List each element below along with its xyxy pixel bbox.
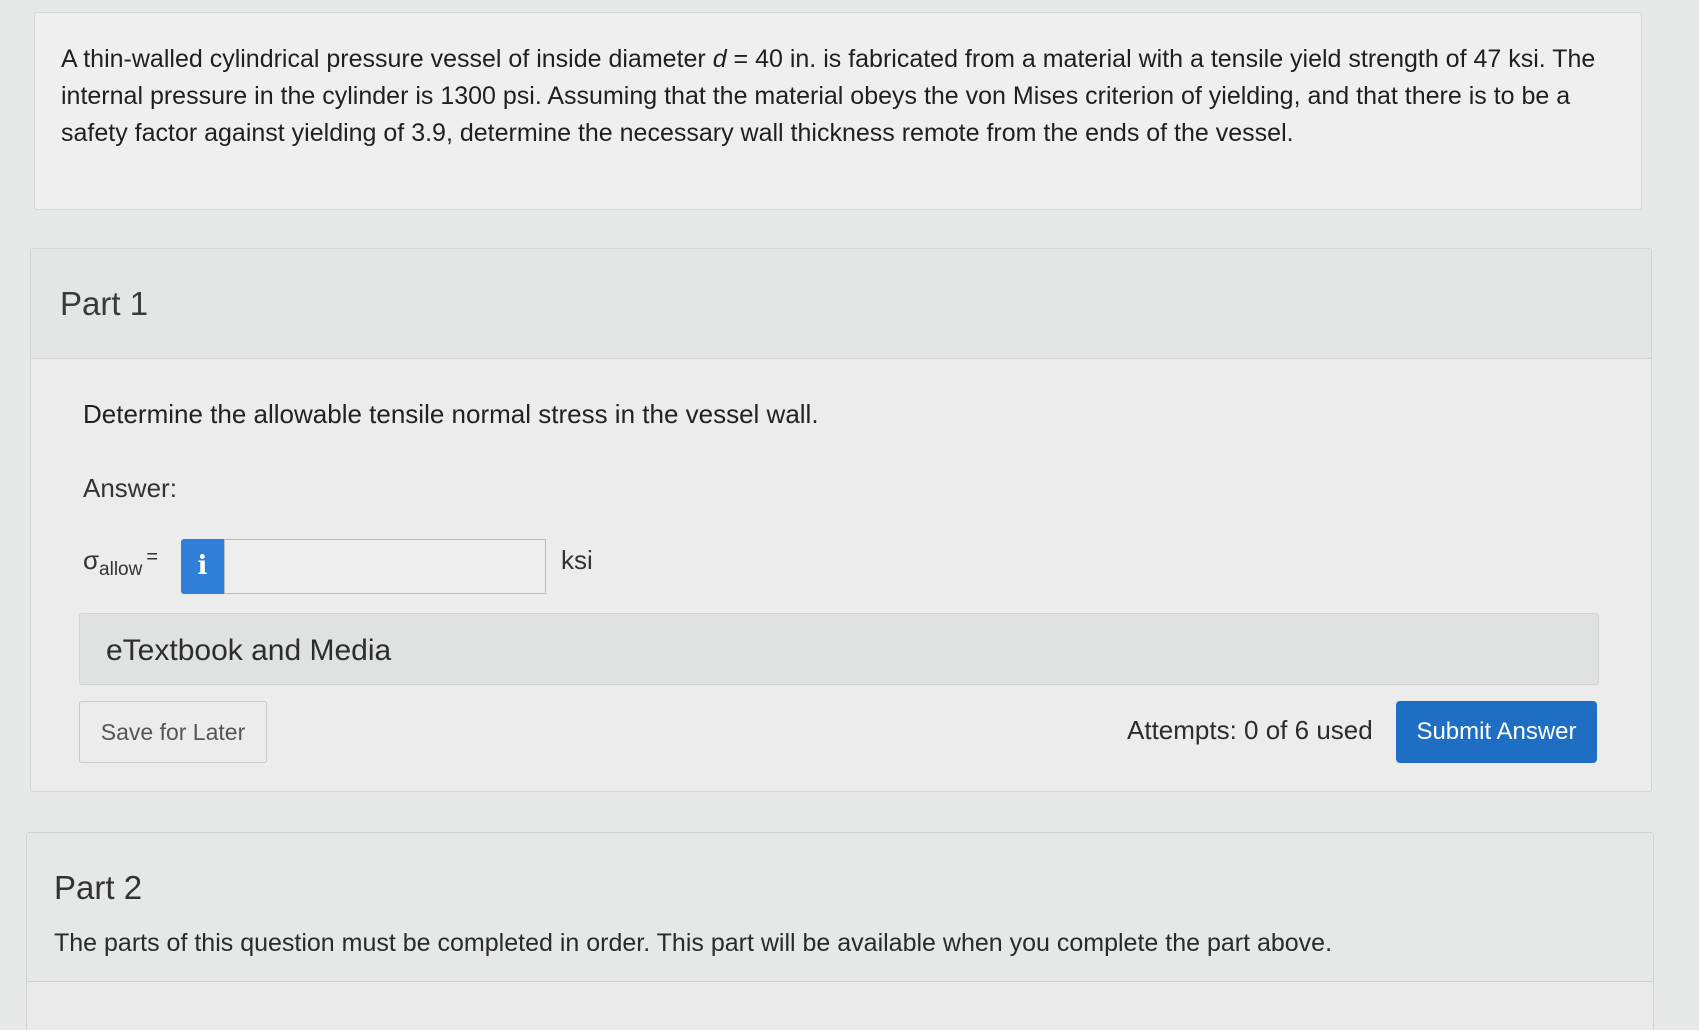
sigma-subscript: allow [99,559,143,581]
equals-sign: = [146,546,159,568]
answer-label: Answer: [83,473,177,503]
etextbook-and-media-button[interactable]: eTextbook and Media [79,613,1599,685]
part-1-panel: Part 1 Determine the allowable tensile n… [30,248,1652,792]
info-icon[interactable]: i [181,539,224,594]
submit-answer-button[interactable]: Submit Answer [1396,701,1597,763]
problem-statement-box: A thin-walled cylindrical pressure vesse… [34,12,1642,210]
part-1-title: Part 1 [60,285,149,322]
sigma-symbol: σ [83,545,100,575]
part-2-panel: Part 2 The parts of this question must b… [26,832,1654,1030]
attempts-counter: Attempts: 0 of 6 used [1127,715,1373,745]
part-2-locked-note: The parts of this question must be compl… [54,929,1333,957]
sigma-allow-input[interactable] [224,539,546,594]
problem-text-lead: A thin-walled cylindrical pressure vesse… [61,45,713,73]
save-for-later-button[interactable]: Save for Later [79,701,267,763]
part-1-header: Part 1 [31,249,1651,359]
problem-statement: A thin-walled cylindrical pressure vesse… [61,41,1615,152]
sigma-allow-label: σallow= [83,545,158,581]
part-2-title: Part 2 [54,869,143,906]
part-1-prompt: Determine the allowable tensile normal s… [83,399,819,429]
page: A thin-walled cylindrical pressure vesse… [0,0,1699,1030]
part-1-body: Determine the allowable tensile normal s… [31,359,1651,792]
unit-label: ksi [561,545,593,575]
diameter-variable: d [712,45,727,73]
part-2-lower-area [27,982,1653,1030]
